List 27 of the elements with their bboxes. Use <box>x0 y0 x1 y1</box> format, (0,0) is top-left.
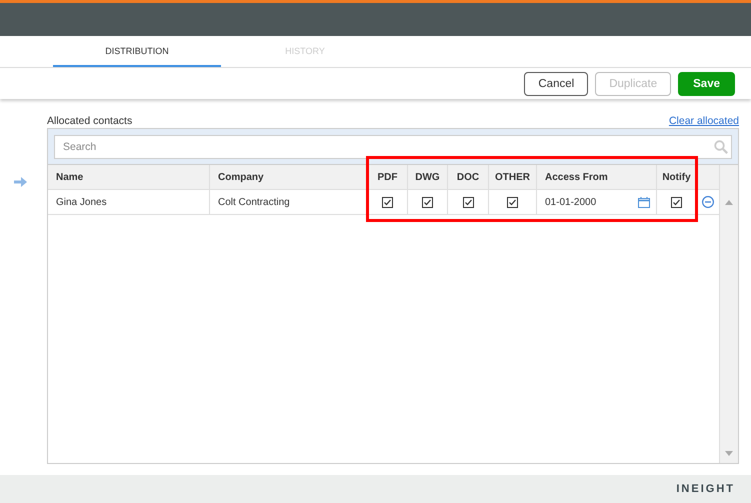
arrow-right-icon <box>14 177 27 187</box>
column-header: DWG <box>408 165 448 189</box>
calendar-icon[interactable] <box>638 196 650 208</box>
checkbox[interactable] <box>507 196 518 208</box>
button[interactable]: Cancel <box>524 72 588 96</box>
column-header: Company <box>210 165 368 189</box>
column-header: Name <box>48 165 210 189</box>
checkbox[interactable] <box>382 196 393 208</box>
logo: INEIGHT <box>676 483 735 495</box>
date-value: 01-01-2000 <box>545 196 596 208</box>
column-header: DOC <box>448 165 489 189</box>
tab[interactable]: DISTRIBUTION <box>53 36 221 67</box>
section-label: Allocated contacts <box>47 114 132 128</box>
column-header: OTHER <box>489 165 537 189</box>
column-header: Access From <box>537 165 657 189</box>
clear-allocated-link[interactable]: Clear allocated <box>668 114 739 128</box>
table-cell: Gina Jones <box>48 190 210 214</box>
column-header: PDF <box>368 165 408 189</box>
search-field[interactable]: Search <box>54 135 732 159</box>
checkbox[interactable] <box>462 196 474 208</box>
search-icon <box>714 140 728 154</box>
save-button[interactable]: Save <box>678 72 735 96</box>
checkbox[interactable] <box>671 196 682 208</box>
checkbox[interactable] <box>422 196 433 208</box>
column-header: Notify <box>657 165 697 189</box>
table-cell: Colt Contracting <box>210 190 368 214</box>
remove-icon[interactable] <box>702 196 714 208</box>
